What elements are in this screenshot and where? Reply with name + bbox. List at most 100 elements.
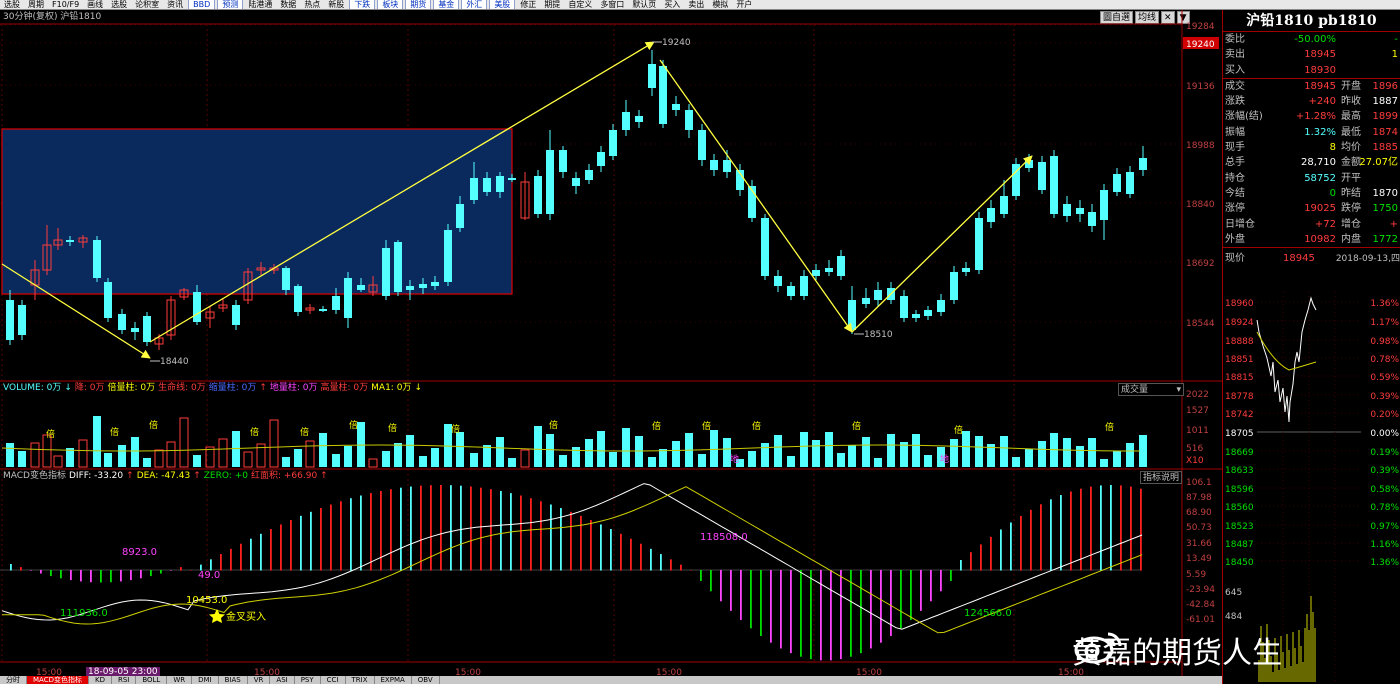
legend-item: 地量柱: 0万 <box>269 383 318 393</box>
indicator-tab[interactable]: CCI <box>321 676 346 684</box>
volume-bar <box>508 458 516 467</box>
indicator-tab[interactable]: BOLL <box>136 676 168 684</box>
macd-histogram-bar <box>300 515 302 571</box>
ground-volume-marker: 地 <box>940 453 949 465</box>
volume-bar <box>520 449 530 468</box>
double-volume-marker: 倍 <box>300 426 309 438</box>
indicator-tab[interactable]: RSI <box>112 676 137 684</box>
kline-chart-area[interactable]: 19284 19240 19136 18988 18840 18692 18544 19240… <box>0 0 1222 684</box>
indicator-tab[interactable]: KD <box>89 676 112 684</box>
tick-label: 现价 <box>1225 253 1245 265</box>
indicator-explain-button[interactable]: 指标说明 <box>1140 471 1183 484</box>
quote-row: 持仓 58752 开平 <box>1223 171 1400 186</box>
intraday-mini-chart[interactable]: 18960 18924 18888 18851 18815 18778 18742 18705… <box>1223 292 1400 682</box>
candle-body <box>761 218 769 276</box>
macd-axis-label: -42.84 <box>1186 600 1215 610</box>
macd-histogram-bar <box>370 493 372 571</box>
candle-body <box>825 268 833 272</box>
mini-percent-label: 0.39% <box>1370 466 1399 476</box>
quote-lbl2: 内盘 <box>1341 233 1361 245</box>
mini-price-label: 18450 <box>1225 558 1254 568</box>
indicator-tab[interactable]: BIAS <box>219 676 248 684</box>
volume-indicator-dropdown[interactable]: 成交量 ▾ <box>1118 383 1184 396</box>
indicator-tab[interactable]: VR <box>248 676 271 684</box>
quote-lbl2: 昨收 <box>1341 96 1361 108</box>
double-volume-marker: 倍 <box>1105 421 1114 433</box>
candle-body <box>685 110 693 130</box>
volume-bar <box>357 422 365 467</box>
candle-body <box>1050 156 1058 214</box>
mini-percent-label: 1.36% <box>1370 558 1399 568</box>
macd-histogram-bar <box>120 570 122 582</box>
candle-body <box>1000 196 1008 214</box>
quote-v1: 28,710 <box>1301 157 1336 169</box>
indicator-tab[interactable]: 分时 <box>0 676 27 684</box>
quote-row: 现手 8 均价 1885 <box>1223 140 1400 155</box>
macd-histogram-bar <box>700 570 702 581</box>
macd-histogram-bar <box>1010 522 1012 571</box>
quote-v2: 1896 <box>1372 80 1398 92</box>
volume-bar <box>53 455 63 468</box>
weibo-watermark: 黄磊的期货人生 <box>1072 628 1282 672</box>
quote-v2: 1887 <box>1372 96 1398 108</box>
macd-histogram-bar <box>460 485 462 571</box>
candle-body <box>812 270 820 276</box>
candle-body <box>406 286 414 290</box>
mini-percent-label: 0.39% <box>1370 392 1399 402</box>
macd-histogram-bar <box>340 501 342 571</box>
candle-body <box>534 176 542 214</box>
volume-legend: VOLUME: 0万 ↓ 降: 0万 倍量柱: 0万 生命线: 0万 缩量柱: 0万 ↑ 地量… <box>3 383 425 394</box>
indicator-tab[interactable]: EXPMA <box>375 676 412 684</box>
double-volume-marker: 倍 <box>46 428 55 440</box>
indicator-tab[interactable]: ASI <box>270 676 295 684</box>
candle-body <box>837 256 845 276</box>
quote-row: 今结 0 昨结 1870 <box>1223 186 1400 201</box>
volume-axis-label: 2022 <box>1186 390 1209 400</box>
mini-price-label: 18669 <box>1225 448 1254 458</box>
price-axis-label: 18840 <box>1186 200 1215 210</box>
quote-lbl: 总手 <box>1225 157 1245 169</box>
indicator-tab[interactable]: WR <box>167 676 193 684</box>
macd-histogram-bar <box>960 560 962 571</box>
mini-price-label: 18960 <box>1225 299 1254 309</box>
macd-histogram-bar <box>320 508 322 571</box>
mini-avg-line <box>1256 331 1317 371</box>
legend-item: 高量柱: 0万 <box>320 383 369 393</box>
macd-histogram-bar <box>210 559 212 571</box>
macd-axis-label: 50.73 <box>1186 523 1212 533</box>
mini-price-label: 18851 <box>1225 355 1254 365</box>
quote-lbl: 涨跌 <box>1225 96 1245 108</box>
indicator-tab[interactable]: DMI <box>192 676 219 684</box>
quote-lbl2: 金额 <box>1341 157 1361 169</box>
quote-lbl: 振幅 <box>1225 126 1245 138</box>
volume-bar <box>635 436 643 467</box>
quote-v2: 1 <box>1391 49 1398 61</box>
volume-bar <box>394 443 402 467</box>
indicator-tab[interactable]: MACD变色指标 <box>27 676 89 684</box>
indicator-tab[interactable]: PSY <box>295 676 321 684</box>
macd-histogram-bar <box>910 570 912 620</box>
double-volume-marker: 倍 <box>388 422 397 434</box>
legend-item: ↓ <box>414 383 422 393</box>
volume-bar <box>710 430 718 467</box>
quote-lbl2: 均价 <box>1341 142 1361 154</box>
volume-bar <box>496 437 504 467</box>
indicator-tab[interactable]: TRIX <box>346 676 375 684</box>
macd-histogram-bar <box>530 498 532 571</box>
macd-histogram-bar <box>800 570 802 657</box>
mini-percent-label: 0.00% <box>1370 429 1399 439</box>
quote-v2: 27.07亿 <box>1359 157 1398 169</box>
volume-bar <box>218 438 228 468</box>
volume-bar <box>900 442 908 467</box>
candle-body <box>1100 190 1108 220</box>
volume-bar <box>179 417 189 468</box>
macd-histogram-bar <box>590 520 592 571</box>
mini-price-label: 18560 <box>1225 503 1254 513</box>
quote-row: 买入 18930 <box>1223 63 1400 78</box>
macd-histogram-bar <box>760 570 762 636</box>
indicator-tab[interactable]: OBV <box>412 676 440 684</box>
candle-body <box>874 290 882 300</box>
legend-item: 缩量柱: 0万 <box>208 383 257 393</box>
mini-price-label: 18523 <box>1225 522 1254 532</box>
volume-bar <box>282 457 290 467</box>
